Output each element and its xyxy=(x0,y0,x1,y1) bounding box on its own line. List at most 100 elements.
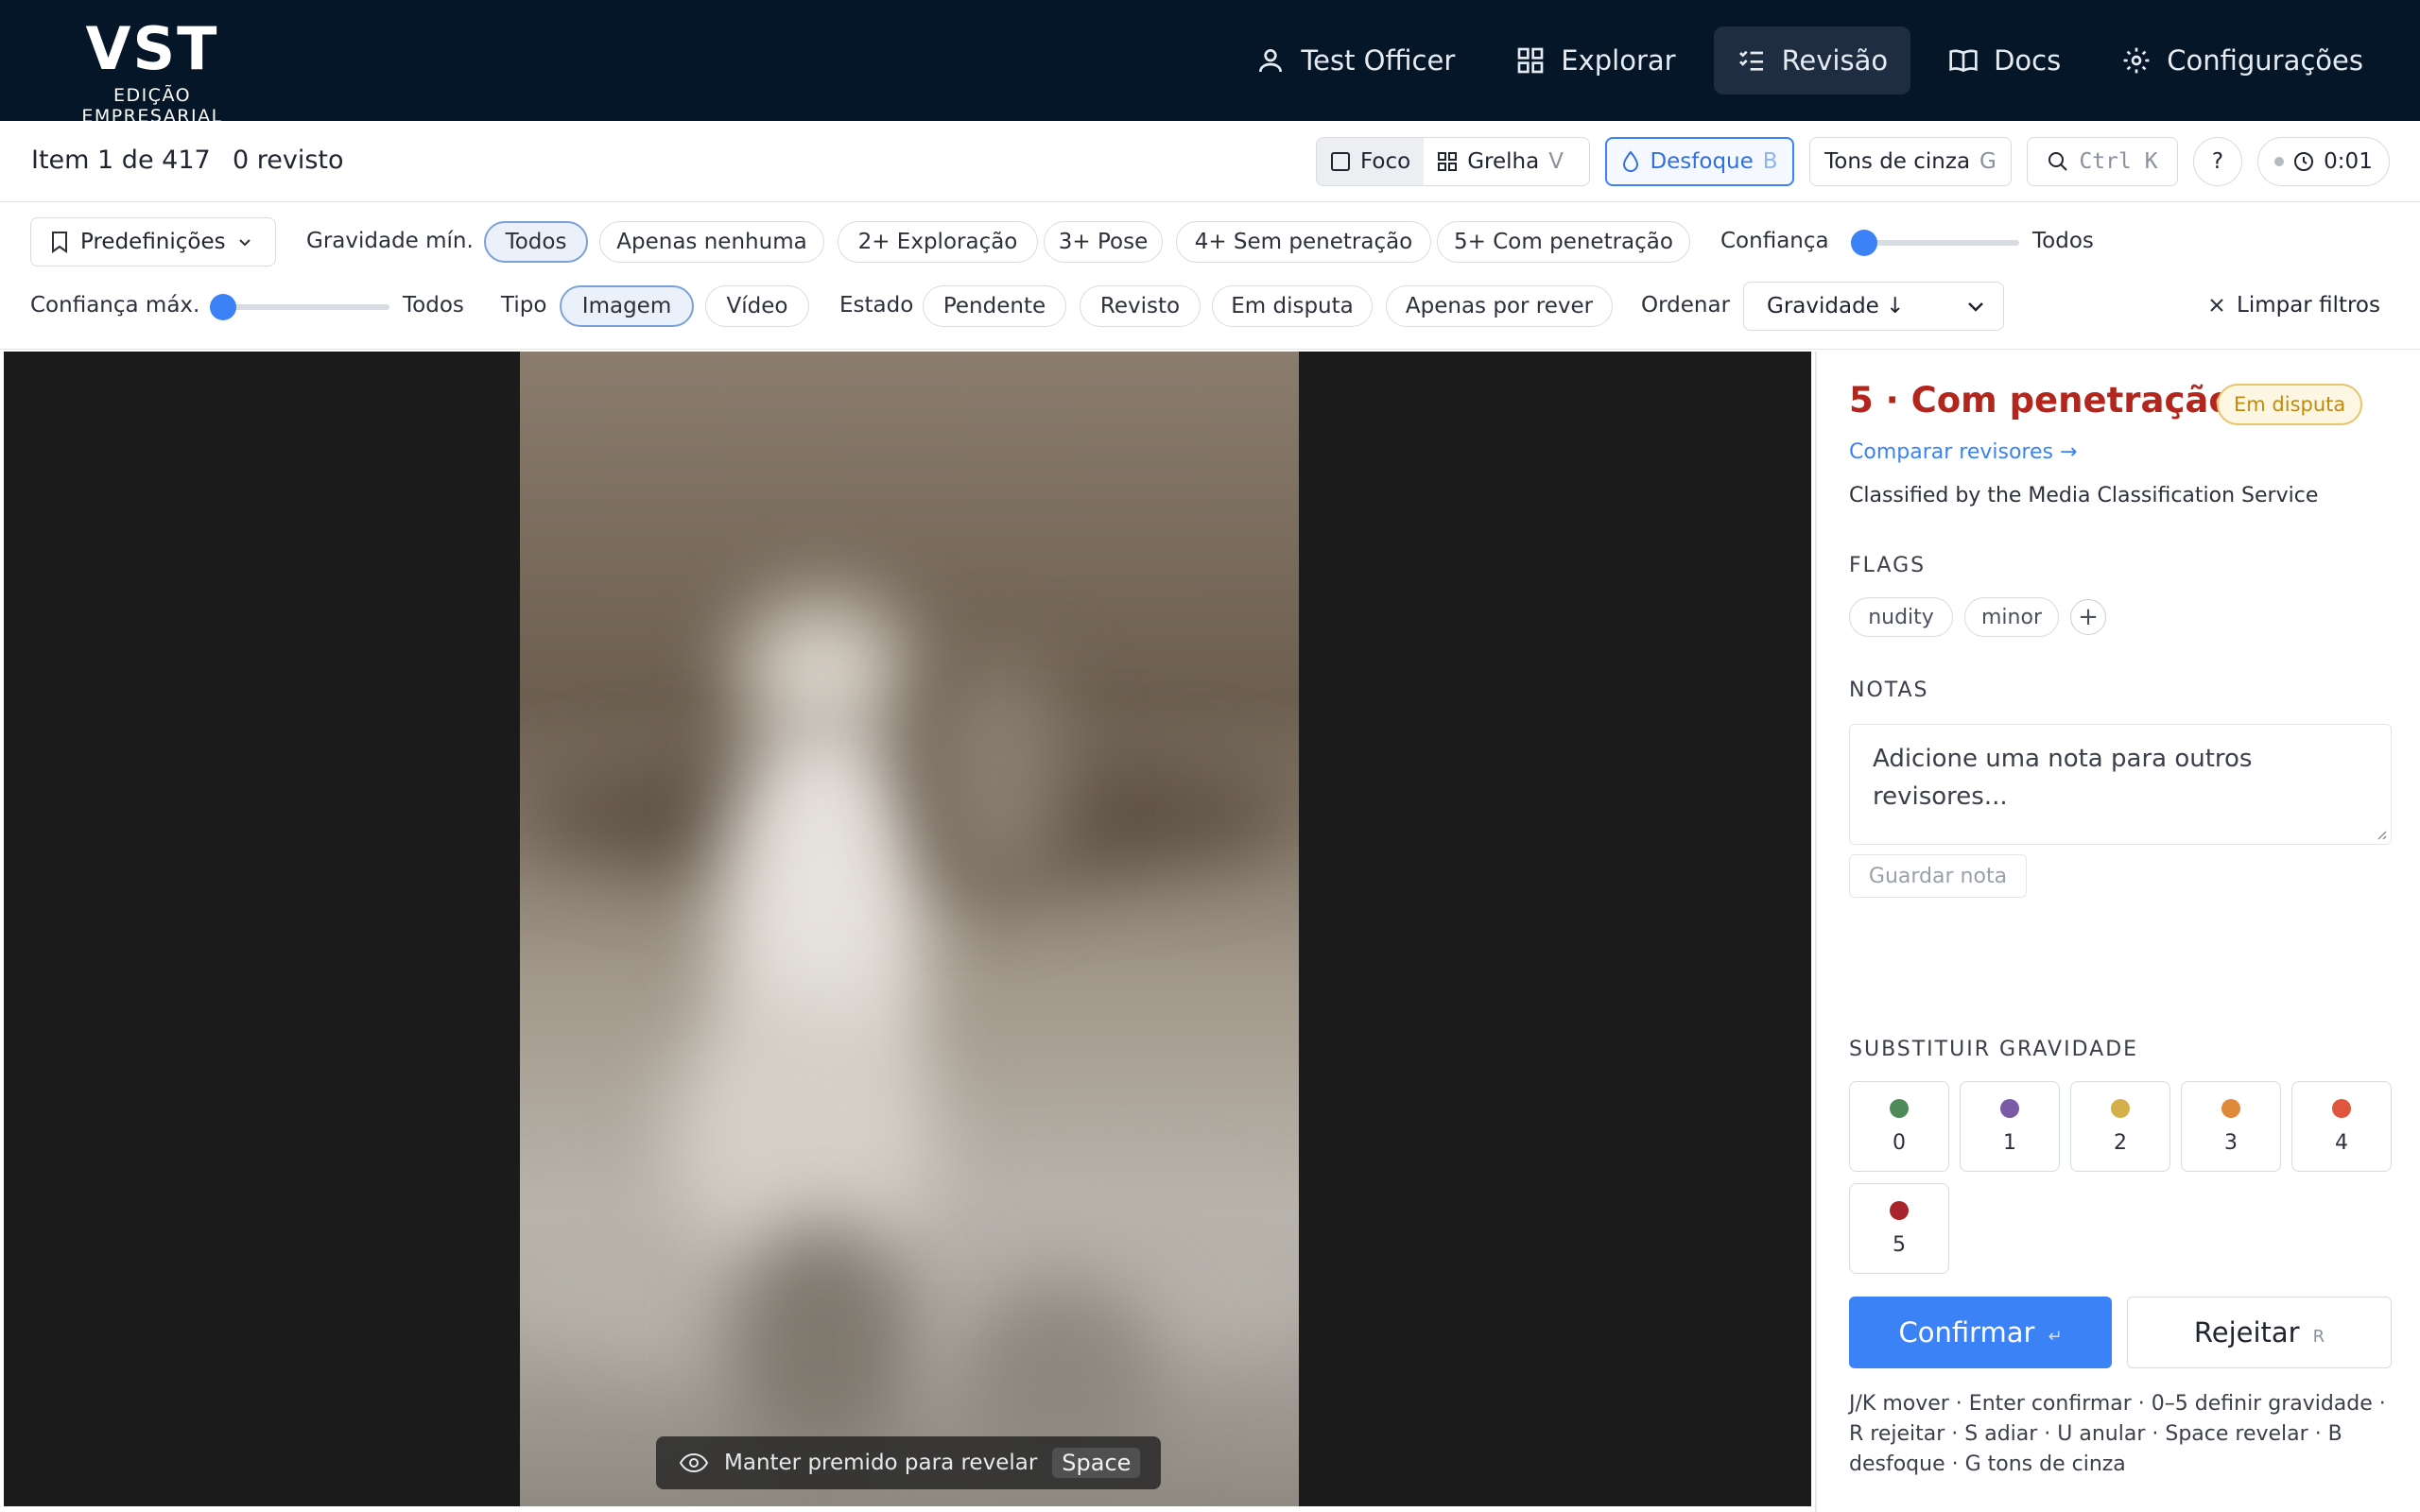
blur-toggle-button[interactable]: Desfoque B xyxy=(1605,137,1794,186)
severity-dot xyxy=(1890,1098,1909,1118)
slider-handle[interactable] xyxy=(210,294,236,320)
save-note-button[interactable]: Guardar nota xyxy=(1849,854,2027,898)
reject-shortcut: R xyxy=(2312,1326,2325,1347)
severity-button-5[interactable]: 5 xyxy=(1849,1183,1949,1274)
sort-label: Ordenar xyxy=(1641,293,1731,318)
notes-placeholder: Adicione uma nota para outros revisores.… xyxy=(1873,745,2253,811)
presets-dropdown[interactable]: Predefinições xyxy=(30,217,276,266)
nav-label: Configurações xyxy=(2167,44,2363,77)
blurred-media[interactable] xyxy=(520,352,1299,1506)
slider-handle[interactable] xyxy=(1851,230,1877,256)
add-flag-button[interactable]: + xyxy=(2070,599,2106,635)
compare-reviewers-link[interactable]: Comparar revisores → xyxy=(1849,440,2077,464)
grayscale-shortcut: G xyxy=(1979,149,1996,174)
max-confidence-label: Confiança máx. xyxy=(30,293,200,318)
confirm-label: Confirmar xyxy=(1898,1316,2035,1349)
nav-item-explore[interactable]: Explorar xyxy=(1493,26,1698,94)
media-viewer[interactable]: Manter premido para revelar Space xyxy=(4,352,1811,1506)
blur-shortcut: B xyxy=(1762,149,1778,174)
chevron-down-icon xyxy=(1968,302,1983,312)
min-severity-label: Gravidade mín. xyxy=(306,229,474,253)
grayscale-label: Tons de cinza xyxy=(1824,149,1971,174)
reviewed-counter: 0 revisto xyxy=(233,146,344,175)
grid-icon xyxy=(1438,152,1458,171)
severity-dot xyxy=(2111,1098,2130,1118)
max-confidence-value: Todos xyxy=(403,293,464,318)
confirm-button[interactable]: Confirmar ↵ xyxy=(1849,1297,2112,1368)
severity-dot xyxy=(2332,1098,2351,1118)
severity-value: 1 xyxy=(2003,1130,2016,1155)
status-dot xyxy=(2274,157,2285,166)
top-nav: VST EDIÇÃO EMPRESARIAL Test Officer Expl… xyxy=(0,0,2420,127)
logo[interactable]: VST EDIÇÃO EMPRESARIAL xyxy=(43,14,261,128)
hold-to-reveal-hint[interactable]: Manter premido para revelar Space xyxy=(656,1436,1161,1489)
square-icon xyxy=(1331,152,1350,171)
droplet-icon xyxy=(1623,150,1639,172)
override-severity-heading: SUBSTITUIR GRAVIDADE xyxy=(1849,1038,2139,1061)
severity-chip-3[interactable]: 3+ Pose xyxy=(1044,221,1163,263)
clear-filters-label: Limpar filtros xyxy=(2237,293,2380,318)
bookmark-icon xyxy=(52,232,67,253)
sort-value: Gravidade ↓ xyxy=(1767,294,1905,318)
notes-textarea[interactable]: Adicione uma nota para outros revisores.… xyxy=(1849,724,2392,845)
close-icon xyxy=(2210,299,2223,312)
sort-select[interactable]: Gravidade ↓ xyxy=(1743,282,2004,331)
type-chip-video[interactable]: Vídeo xyxy=(705,285,809,327)
search-shortcut: Ctrl K xyxy=(2079,149,2158,174)
severity-dot xyxy=(2221,1098,2240,1118)
nav-item-docs[interactable]: Docs xyxy=(1926,26,2083,94)
state-chip-unreviewed[interactable]: Apenas por rever xyxy=(1386,285,1613,327)
severity-button-4[interactable]: 4 xyxy=(2291,1081,2392,1172)
type-label: Tipo xyxy=(501,293,547,318)
grayscale-toggle-button[interactable]: Tons de cinza G xyxy=(1809,137,2012,186)
severity-chip-all[interactable]: Todos xyxy=(484,221,588,263)
focus-view-button[interactable]: Foco xyxy=(1317,138,1425,185)
focus-label: Foco xyxy=(1360,149,1411,174)
severity-chip-2[interactable]: 2+ Exploração xyxy=(838,221,1038,263)
nav-item-profile[interactable]: Test Officer xyxy=(1233,26,1478,94)
eye-icon xyxy=(679,1452,709,1473)
presets-label: Predefinições xyxy=(80,230,226,254)
severity-button-0[interactable]: 0 xyxy=(1849,1081,1949,1172)
notes-heading: NOTAS xyxy=(1849,679,1929,702)
grid-label: Grelha xyxy=(1467,149,1540,174)
state-chip-pending[interactable]: Pendente xyxy=(923,285,1066,327)
clock-icon xyxy=(2294,152,2314,171)
timer: 0:01 xyxy=(2257,137,2390,186)
nav-label: Revisão xyxy=(1781,44,1889,77)
clear-filters-button[interactable]: Limpar filtros xyxy=(2208,293,2380,318)
reveal-shortcut: Space xyxy=(1052,1448,1141,1478)
state-chip-reviewed[interactable]: Revisto xyxy=(1080,285,1201,327)
user-icon xyxy=(1259,49,1283,73)
grid-view-button[interactable]: Grelha V xyxy=(1424,138,1577,185)
flag-chip-nudity[interactable]: nudity xyxy=(1849,597,1953,637)
help-label: ? xyxy=(2211,149,2224,174)
severity-chip-none[interactable]: Apenas nenhuma xyxy=(599,221,824,263)
severity-dot xyxy=(1890,1200,1909,1220)
reveal-hint-text: Manter premido para revelar xyxy=(724,1451,1038,1475)
severity-button-1[interactable]: 1 xyxy=(1960,1081,2060,1172)
max-confidence-slider[interactable] xyxy=(210,294,389,320)
nav-item-review[interactable]: Revisão xyxy=(1713,26,1911,94)
type-chip-image[interactable]: Imagem xyxy=(560,285,694,327)
keyboard-shortcuts-hint: J/K mover · Enter confirmar · 0–5 defini… xyxy=(1849,1392,2386,1476)
nav-item-settings[interactable]: Configurações xyxy=(2099,26,2386,94)
search-button[interactable]: Ctrl K xyxy=(2027,137,2178,186)
book-icon xyxy=(1949,49,1978,73)
severity-chip-4[interactable]: 4+ Sem penetração xyxy=(1176,221,1431,263)
flag-chip-minor[interactable]: minor xyxy=(1964,597,2059,637)
search-icon xyxy=(2048,152,2068,171)
resize-grip-icon[interactable] xyxy=(2374,827,2387,840)
severity-value: 4 xyxy=(2335,1130,2348,1155)
severity-value: 0 xyxy=(1893,1130,1906,1155)
confidence-slider[interactable] xyxy=(1851,230,2019,256)
severity-button-2[interactable]: 2 xyxy=(2070,1081,2170,1172)
help-button[interactable]: ? xyxy=(2193,137,2242,186)
severity-dot xyxy=(2000,1098,2019,1118)
severity-chip-5[interactable]: 5+ Com penetração xyxy=(1437,221,1690,263)
reject-button[interactable]: Rejeitar R xyxy=(2127,1297,2392,1368)
confirm-shortcut: ↵ xyxy=(2048,1326,2063,1347)
state-chip-disputed[interactable]: Em disputa xyxy=(1212,285,1373,327)
severity-button-3[interactable]: 3 xyxy=(2181,1081,2281,1172)
logo-title: VST xyxy=(85,14,219,83)
